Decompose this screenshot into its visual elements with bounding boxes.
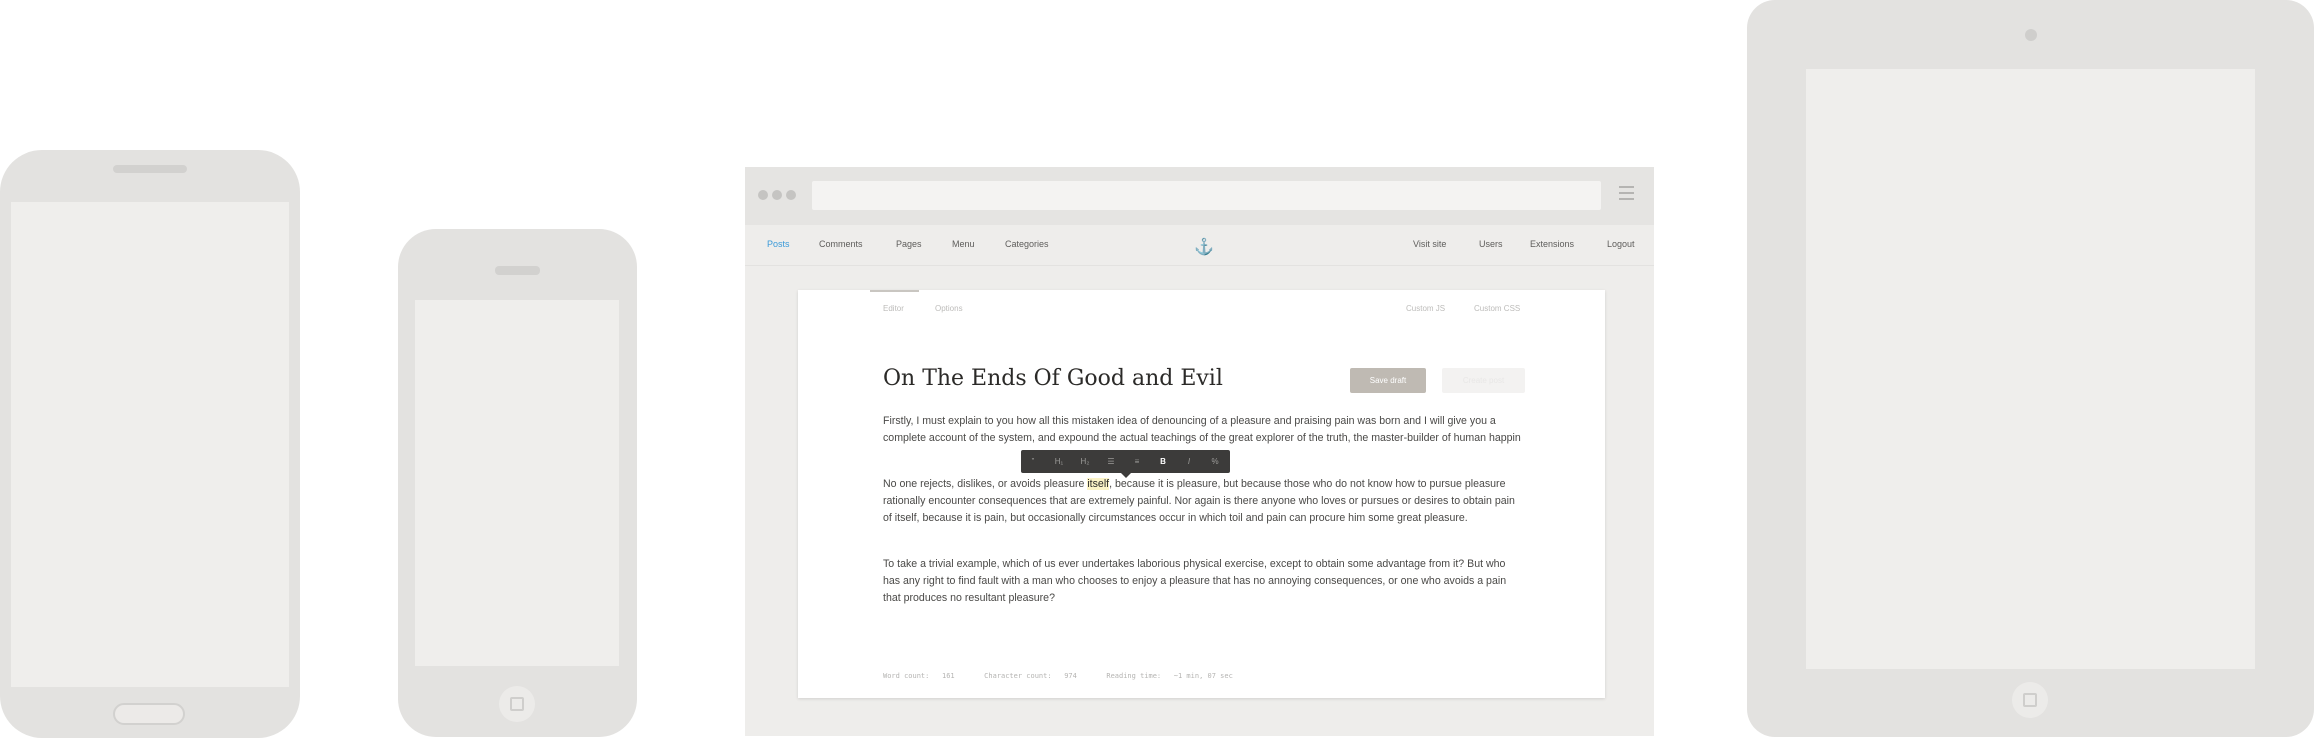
unordered-list-icon[interactable]: ≡ (1130, 457, 1144, 466)
nav-posts[interactable]: Posts (767, 239, 790, 249)
nav-pages[interactable]: Pages (896, 239, 922, 249)
italic-icon[interactable]: I (1182, 457, 1196, 466)
nav-comments[interactable]: Comments (819, 239, 863, 249)
speaker-grille (495, 266, 540, 275)
browser-chrome (745, 167, 1654, 225)
create-post-button[interactable]: Create post (1442, 368, 1525, 393)
editor-tabs: Editor Options Custom JS Custom CSS (798, 290, 1605, 320)
link-icon[interactable]: % (1208, 457, 1222, 466)
home-button-icon (113, 703, 185, 725)
window-minimize-dot-icon[interactable] (772, 190, 782, 200)
ipad-screen (1806, 69, 2255, 669)
home-button-icon (2012, 682, 2048, 718)
ordered-list-icon[interactable]: ☰ (1104, 457, 1118, 466)
nav-extensions[interactable]: Extensions (1530, 239, 1574, 249)
nav-users[interactable]: Users (1479, 239, 1503, 249)
save-draft-button[interactable]: Save draft (1350, 368, 1426, 393)
heading-2-icon[interactable]: H₂ (1078, 457, 1092, 466)
body-paragraph[interactable]: To take a trivial example, which of us e… (883, 556, 1523, 607)
android-screen (11, 202, 289, 687)
formatting-toolbar: ” H₁ H₂ ☰ ≡ B I % (1021, 450, 1230, 478)
nav-logout[interactable]: Logout (1607, 239, 1635, 249)
selected-text[interactable]: itself (1087, 478, 1110, 490)
body-paragraph[interactable]: Firstly, I must explain to you how all t… (883, 413, 1523, 447)
iphone-screen (415, 300, 619, 666)
camera-icon (2025, 29, 2037, 41)
nav-visit-site[interactable]: Visit site (1413, 239, 1446, 249)
text-run: No one rejects, dislikes, or avoids plea… (883, 478, 1088, 490)
heading-1-icon[interactable]: H₁ (1052, 457, 1066, 466)
home-button-icon (499, 686, 535, 722)
bold-icon[interactable]: B (1156, 457, 1170, 466)
quote-icon[interactable]: ” (1026, 457, 1040, 466)
admin-nav: Posts Comments Pages Menu Categories ⚓ V… (745, 225, 1654, 266)
tab-custom-css[interactable]: Custom CSS (1474, 304, 1520, 313)
nav-menu[interactable]: Menu (952, 239, 975, 249)
active-tab-indicator (870, 290, 919, 292)
nav-categories[interactable]: Categories (1005, 239, 1049, 249)
anchor-icon[interactable]: ⚓ (1194, 237, 1214, 257)
document-stats: Word count: 161 Character count: 974 Rea… (883, 672, 1233, 680)
tab-custom-js[interactable]: Custom JS (1406, 304, 1445, 313)
hamburger-menu-icon[interactable] (1619, 186, 1634, 200)
body-paragraph[interactable]: No one rejects, dislikes, or avoids plea… (883, 476, 1523, 527)
post-title[interactable]: On The Ends Of Good and Evil (883, 366, 1223, 391)
speaker-grille (113, 165, 187, 173)
browser-window: Posts Comments Pages Menu Categories ⚓ V… (745, 167, 1654, 736)
window-maximize-dot-icon[interactable] (786, 190, 796, 200)
window-close-dot-icon[interactable] (758, 190, 768, 200)
tab-editor[interactable]: Editor (883, 304, 904, 313)
ipad-mockup (1747, 0, 2314, 737)
iphone-mockup (398, 229, 637, 737)
address-bar[interactable] (812, 181, 1601, 210)
editor-card: Editor Options Custom JS Custom CSS On T… (798, 290, 1605, 698)
android-phone-mockup (0, 150, 300, 738)
tab-options[interactable]: Options (935, 304, 963, 313)
